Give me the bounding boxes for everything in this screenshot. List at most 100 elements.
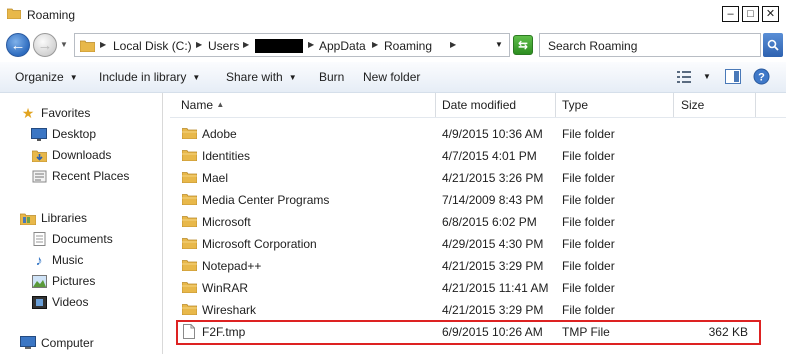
column-header-type[interactable]: Type — [562, 98, 588, 112]
search-placeholder: Search Roaming — [548, 39, 638, 53]
nav-favorites[interactable]: ★ Favorites — [20, 104, 91, 121]
file-row[interactable]: WinRAR 4/21/2015 11:41 AM File folder — [170, 277, 786, 299]
recent-places-icon — [31, 169, 47, 183]
column-header-name[interactable]: Name ▲ — [181, 98, 224, 112]
nav-libraries[interactable]: Libraries — [20, 211, 87, 225]
breadcrumb-local-disk[interactable]: Local Disk (C:) — [113, 39, 192, 53]
file-row[interactable]: Identities 4/7/2015 4:01 PM File folder — [170, 145, 786, 167]
file-name: Microsoft — [202, 215, 251, 229]
maximize-button[interactable]: □ — [742, 6, 759, 22]
address-history-dropdown-icon[interactable]: ▼ — [495, 40, 503, 49]
file-name: Mael — [202, 171, 229, 185]
file-name: Identities — [202, 149, 251, 163]
file-row[interactable]: Notepad++ 4/21/2015 3:29 PM File folder — [170, 255, 786, 277]
include-in-library-menu[interactable]: Include in library ▼ — [99, 70, 200, 84]
breadcrumb-separator-icon[interactable]: ▶ — [372, 40, 378, 49]
libraries-icon — [20, 211, 36, 225]
recent-pages-dropdown-icon[interactable]: ▼ — [60, 40, 68, 49]
address-bar[interactable]: ▶ Local Disk (C:) ▶ Users ▶ ▶ AppData ▶ … — [74, 33, 510, 57]
column-divider[interactable] — [673, 93, 674, 117]
file-row[interactable]: Mael 4/21/2015 3:26 PM File folder — [170, 167, 786, 189]
search-icon — [767, 39, 779, 51]
desktop-icon — [31, 127, 47, 141]
nav-computer[interactable]: Computer — [20, 336, 94, 350]
close-button[interactable]: ✕ — [762, 6, 779, 22]
pictures-icon — [31, 274, 47, 288]
folder-icon — [182, 172, 197, 183]
search-input[interactable]: Search Roaming — [539, 33, 761, 57]
breadcrumb-separator-icon[interactable]: ▶ — [100, 40, 106, 49]
nav-pictures[interactable]: Pictures — [31, 274, 95, 288]
breadcrumb-appdata[interactable]: AppData — [319, 39, 366, 53]
nav-desktop[interactable]: Desktop — [31, 127, 96, 141]
computer-icon — [20, 336, 36, 350]
preview-pane-icon[interactable] — [725, 69, 741, 84]
nav-recent-places[interactable]: Recent Places — [31, 169, 129, 183]
breadcrumb-separator-icon[interactable]: ▶ — [196, 40, 202, 49]
svg-text:?: ? — [758, 72, 765, 84]
forward-button[interactable]: → — [33, 33, 57, 57]
breadcrumb-separator-icon[interactable]: ▶ — [308, 40, 314, 49]
organize-menu[interactable]: Organize ▼ — [15, 70, 78, 84]
file-type: File folder — [562, 259, 615, 273]
file-date-modified: 4/21/2015 3:29 PM — [442, 259, 544, 273]
file-name: Notepad++ — [202, 259, 262, 273]
downloads-icon — [31, 148, 47, 162]
file-row[interactable]: Adobe 4/9/2015 10:36 AM File folder — [170, 123, 786, 145]
file-date-modified: 4/21/2015 11:41 AM — [442, 281, 549, 295]
chevron-down-icon: ▼ — [69, 73, 78, 82]
back-button[interactable]: ← — [6, 33, 30, 57]
navigation-pane: ★ Favorites Desktop Downloads Recent Pla… — [0, 93, 162, 354]
music-icon: ♪ — [35, 252, 43, 268]
folder-icon — [182, 282, 197, 293]
view-dropdown-icon[interactable]: ▼ — [703, 72, 711, 81]
nav-downloads[interactable]: Downloads — [31, 148, 111, 162]
breadcrumb-separator-icon[interactable]: ▶ — [450, 40, 456, 49]
column-divider[interactable] — [755, 93, 756, 117]
new-folder-button[interactable]: New folder — [363, 70, 420, 84]
file-name: WinRAR — [202, 281, 249, 295]
folder-icon — [182, 260, 197, 271]
pane-splitter[interactable] — [162, 93, 163, 354]
maximize-icon: □ — [747, 7, 754, 20]
nav-documents[interactable]: Documents — [31, 232, 113, 246]
refresh-button[interactable]: ⇆ — [513, 35, 533, 55]
file-date-modified: 4/9/2015 10:36 AM — [442, 127, 543, 141]
breadcrumb-users[interactable]: Users — [208, 39, 239, 53]
share-with-menu[interactable]: Share with ▼ — [226, 70, 297, 84]
file-type: File folder — [562, 127, 615, 141]
minimize-button[interactable]: – — [722, 6, 739, 22]
column-divider[interactable] — [435, 93, 436, 117]
breadcrumb-roaming[interactable]: Roaming — [384, 39, 432, 53]
file-name: Microsoft Corporation — [202, 237, 317, 251]
file-type: File folder — [562, 149, 615, 163]
column-header-date-modified[interactable]: Date modified — [442, 98, 516, 112]
file-type: File folder — [562, 303, 615, 317]
title-bar: Roaming – □ ✕ — [0, 0, 786, 30]
file-type: File folder — [562, 193, 615, 207]
folder-icon — [80, 40, 95, 52]
search-button[interactable] — [763, 33, 783, 57]
file-name: Adobe — [202, 127, 237, 141]
folder-icon — [182, 238, 197, 249]
help-icon[interactable]: ? — [753, 68, 770, 85]
folder-icon — [182, 150, 197, 161]
nav-music[interactable]: ♪ Music — [31, 252, 84, 268]
forward-arrow-icon: → — [37, 36, 53, 54]
breadcrumb-separator-icon[interactable]: ▶ — [243, 40, 249, 49]
nav-videos[interactable]: Videos — [31, 295, 88, 309]
column-divider[interactable] — [555, 93, 556, 117]
redacted-username-block — [255, 39, 303, 53]
file-row[interactable]: Media Center Programs 7/14/2009 8:43 PM Fi… — [170, 189, 786, 211]
file-row[interactable]: Microsoft 6/8/2015 6:02 PM File folder — [170, 211, 786, 233]
star-icon: ★ — [21, 104, 35, 121]
file-list: Name ▲ Date modified Type Size Adobe 4/9/… — [170, 93, 786, 354]
view-options-icon[interactable] — [676, 70, 692, 84]
column-header-size[interactable]: Size — [681, 98, 704, 112]
file-row[interactable]: Microsoft Corporation 4/29/2015 4:30 PM Fi… — [170, 233, 786, 255]
burn-button[interactable]: Burn — [319, 70, 344, 84]
videos-icon — [31, 295, 47, 309]
file-date-modified: 4/29/2015 4:30 PM — [442, 237, 544, 251]
back-arrow-icon: ← — [10, 36, 26, 54]
file-row[interactable]: Wireshark 4/21/2015 3:29 PM File folder — [170, 299, 786, 321]
